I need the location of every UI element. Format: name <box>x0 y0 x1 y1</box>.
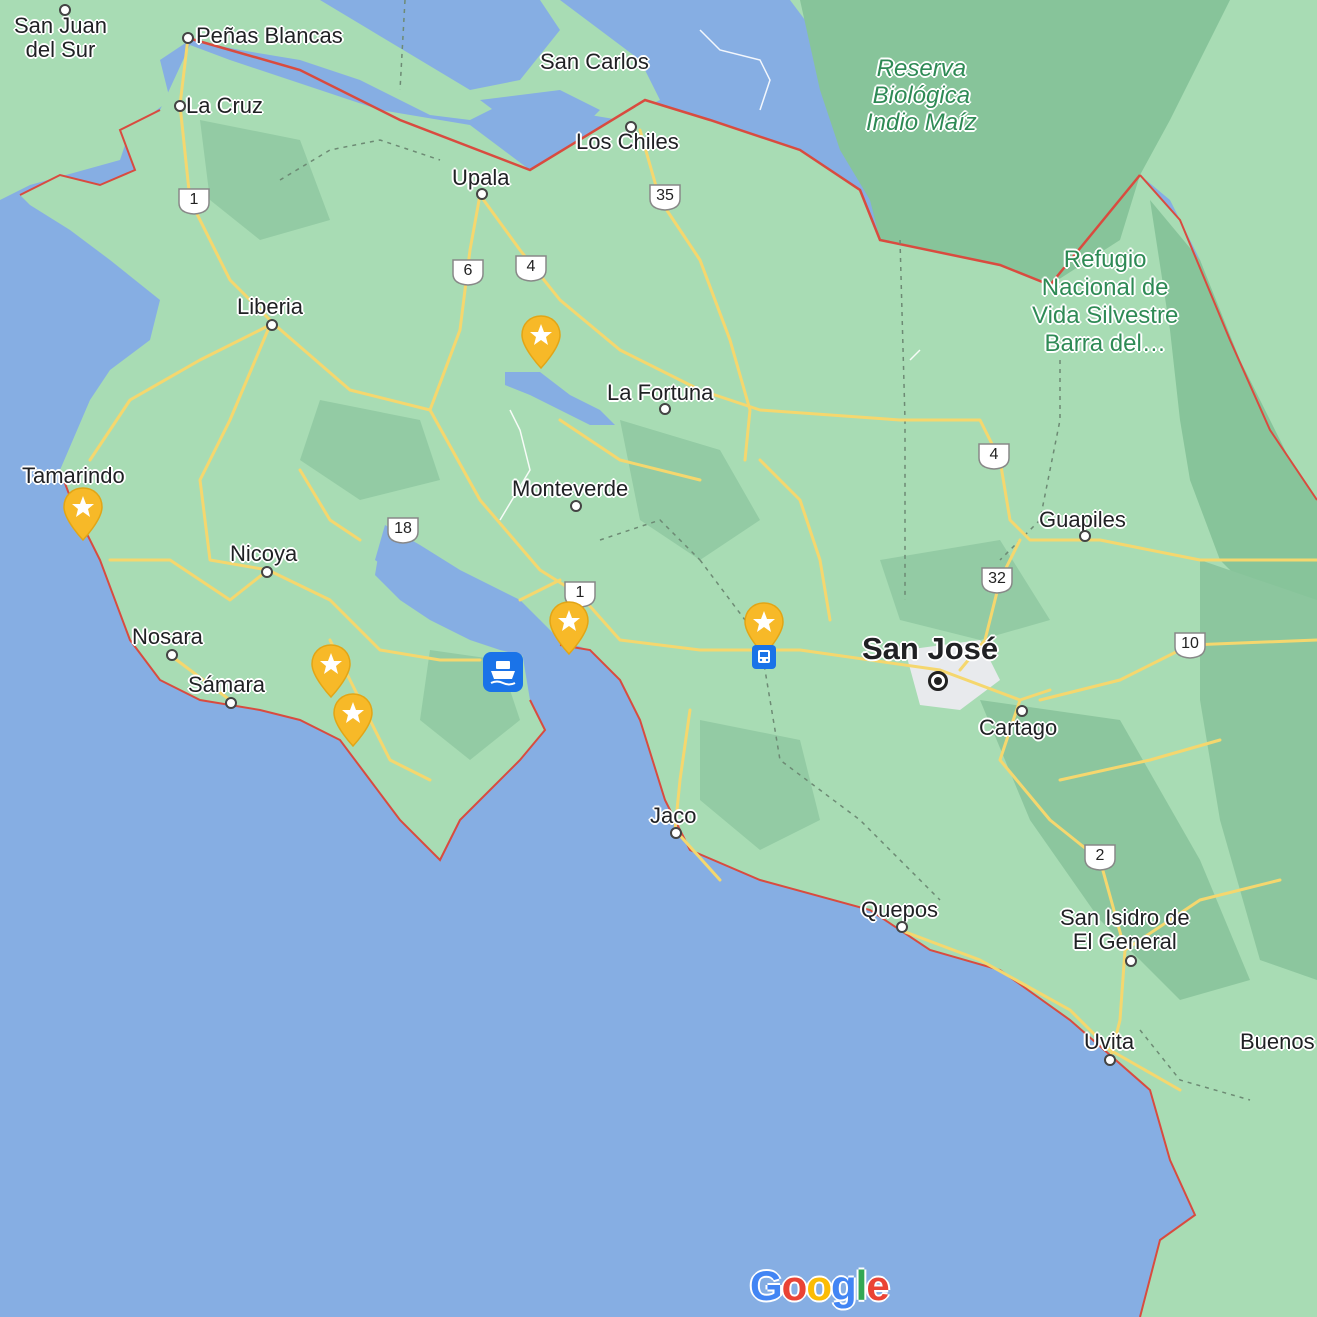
place-label-quepos[interactable]: Quepos <box>861 898 938 922</box>
starred-place-pin[interactable] <box>548 600 590 656</box>
park-label-barra-del-colorado[interactable]: Refugio Nacional de Vida Silvestre Barra… <box>1032 246 1178 358</box>
route-shield: 18 <box>386 516 420 544</box>
place-label-guapiles[interactable]: Guapiles <box>1039 508 1126 532</box>
route-number: 4 <box>526 258 536 275</box>
place-dot <box>625 121 637 133</box>
place-label-san-juan-del-sur[interactable]: San Juan del Sur <box>14 14 107 62</box>
capital-marker <box>928 671 948 691</box>
place-dot <box>1079 530 1091 542</box>
route-number: 32 <box>988 570 1006 587</box>
place-dot <box>1125 955 1137 967</box>
place-dot <box>182 32 194 44</box>
place-label-nicoya[interactable]: Nicoya <box>230 542 297 566</box>
place-label-jaco[interactable]: Jaco <box>650 804 696 828</box>
starred-place-pin[interactable] <box>62 486 104 542</box>
starred-place-pin[interactable] <box>310 643 352 699</box>
route-shield: 1 <box>177 187 211 215</box>
route-shield: 6 <box>451 258 485 286</box>
ferry-icon[interactable] <box>483 652 523 692</box>
place-dot <box>1104 1054 1116 1066</box>
route-number: 35 <box>656 187 674 204</box>
route-number: 10 <box>1181 635 1199 652</box>
bus-station-icon[interactable] <box>752 645 776 669</box>
route-number: 1 <box>189 191 199 208</box>
place-label-cartago[interactable]: Cartago <box>979 716 1057 740</box>
route-shield: 4 <box>514 254 548 282</box>
place-label-penas-blancas[interactable]: Peñas Blancas <box>196 24 343 48</box>
place-label-samara[interactable]: Sámara <box>188 673 265 697</box>
route-number: 6 <box>463 262 473 279</box>
place-label-monteverde[interactable]: Monteverde <box>512 477 628 501</box>
place-label-tamarindo[interactable]: Tamarindo <box>22 464 125 488</box>
route-number: 4 <box>989 446 999 463</box>
place-dot <box>670 827 682 839</box>
route-shield: 4 <box>977 442 1011 470</box>
map-canvas[interactable]: San Juan del Sur Peñas Blancas San Carlo… <box>0 0 1317 1317</box>
route-shield: 32 <box>980 566 1014 594</box>
park-label-indio-maiz[interactable]: Reserva Biológica Indio Maíz <box>866 55 977 136</box>
place-label-buenos[interactable]: Buenos <box>1240 1030 1315 1054</box>
place-label-upala[interactable]: Upala <box>452 166 509 190</box>
place-dot <box>266 319 278 331</box>
place-label-san-carlos[interactable]: San Carlos <box>540 50 649 74</box>
place-label-la-fortuna[interactable]: La Fortuna <box>607 381 713 405</box>
google-logo[interactable]: Google <box>750 1262 890 1310</box>
route-shield: 35 <box>648 183 682 211</box>
place-dot <box>570 500 582 512</box>
place-label-san-isidro[interactable]: San Isidro de El General <box>1060 906 1190 954</box>
place-dot <box>1016 705 1028 717</box>
place-label-liberia[interactable]: Liberia <box>237 295 303 319</box>
place-label-san-jose[interactable]: San José <box>862 632 998 666</box>
place-dot <box>476 188 488 200</box>
place-label-la-cruz[interactable]: La Cruz <box>186 94 263 118</box>
place-dot <box>59 4 71 16</box>
starred-place-pin[interactable] <box>520 314 562 370</box>
place-dot <box>225 697 237 709</box>
route-shield: 10 <box>1173 631 1207 659</box>
place-dot <box>896 921 908 933</box>
place-label-nosara[interactable]: Nosara <box>132 625 203 649</box>
place-dot <box>261 566 273 578</box>
place-label-uvita[interactable]: Uvita <box>1084 1030 1134 1054</box>
place-dot <box>174 100 186 112</box>
starred-place-pin[interactable] <box>332 692 374 748</box>
route-shield: 2 <box>1083 843 1117 871</box>
place-dot <box>659 403 671 415</box>
place-label-los-chiles[interactable]: Los Chiles <box>576 130 679 154</box>
route-number: 18 <box>394 520 412 537</box>
route-number: 2 <box>1095 847 1105 864</box>
place-dot <box>166 649 178 661</box>
